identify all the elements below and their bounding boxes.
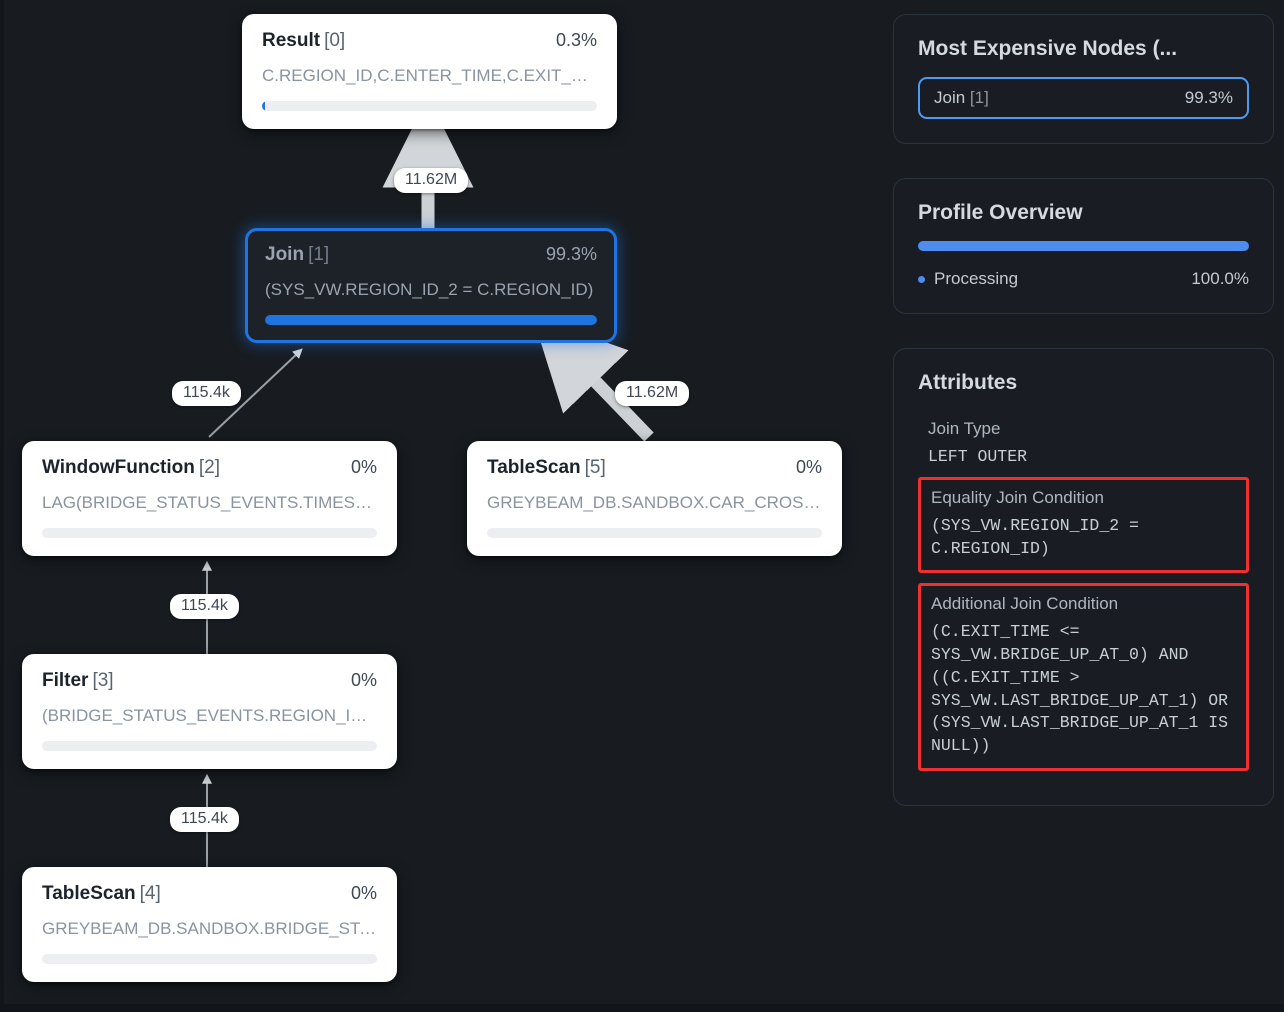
plan-node-header: Result[0] 0.3%	[262, 30, 597, 52]
plan-node-progress-bar	[42, 741, 377, 751]
plan-node-result[interactable]: Result[0] 0.3% C.REGION_ID,C.ENTER_TIME,…	[242, 14, 617, 129]
plan-node-header: TableScan[5] 0%	[487, 457, 822, 479]
plan-node-name: WindowFunction	[42, 457, 195, 478]
attribute-value: (SYS_VW.REGION_ID_2 = C.REGION_ID)	[931, 515, 1236, 561]
plan-node-percent: 0%	[351, 670, 377, 691]
profile-overview-title: Profile Overview	[918, 201, 1249, 225]
attributes-panel: Attributes Join Type LEFT OUTER Equality…	[893, 348, 1274, 806]
plan-node-progress-bar	[487, 528, 822, 538]
plan-node-title: WindowFunction[2]	[42, 457, 220, 479]
plan-node-name: Filter	[42, 670, 88, 691]
plan-node-name: Result	[262, 30, 320, 51]
attribute-equality-join-condition: Equality Join Condition (SYS_VW.REGION_I…	[918, 477, 1249, 574]
plan-node-name: Join	[265, 244, 304, 265]
attribute-value: (C.EXIT_TIME <= SYS_VW.BRIDGE_UP_AT_0) A…	[931, 621, 1236, 758]
profile-overview-legend-label: Processing	[934, 269, 1018, 289]
most-expensive-node-row[interactable]: Join [1] 99.3%	[918, 77, 1249, 119]
plan-node-windowfunction[interactable]: WindowFunction[2] 0% LAG(BRIDGE_STATUS_E…	[22, 441, 397, 556]
edge-label-filter-to-windowfunction: 115.4k	[170, 594, 239, 619]
plan-node-title: TableScan[5]	[487, 457, 606, 479]
plan-node-index: [3]	[92, 670, 113, 691]
attribute-key: Additional Join Condition	[931, 594, 1236, 614]
plan-node-detail: GREYBEAM_DB.SANDBOX.BRIDGE_STA...	[42, 919, 377, 939]
plan-node-detail: GREYBEAM_DB.SANDBOX.CAR_CROSSI...	[487, 493, 822, 513]
plan-node-index: [1]	[308, 244, 329, 265]
attribute-key: Join Type	[928, 419, 1239, 439]
plan-node-progress-bar	[42, 528, 377, 538]
plan-node-detail: LAG(BRIDGE_STATUS_EVENTS.TIMEST...	[42, 493, 377, 513]
profile-overview-panel: Profile Overview Processing 100.0%	[893, 178, 1274, 314]
plan-node-title: Filter[3]	[42, 670, 114, 692]
most-expensive-nodes-title: Most Expensive Nodes (...	[918, 37, 1249, 61]
edge-label-windowfunction-to-join: 115.4k	[172, 381, 241, 406]
plan-node-title: TableScan[4]	[42, 883, 161, 905]
attribute-additional-join-condition: Additional Join Condition (C.EXIT_TIME <…	[918, 583, 1249, 771]
plan-node-name: TableScan	[42, 883, 136, 904]
attributes-title: Attributes	[918, 371, 1249, 395]
plan-node-index: [0]	[324, 30, 345, 51]
plan-node-detail: C.REGION_ID,C.ENTER_TIME,C.EXIT_TI...	[262, 66, 597, 86]
plan-node-filter[interactable]: Filter[3] 0% (BRIDGE_STATUS_EVENTS.REGIO…	[22, 654, 397, 769]
plan-node-header: TableScan[4] 0%	[42, 883, 377, 905]
most-expensive-node-index: [1]	[970, 88, 989, 107]
plan-node-tablescan-5[interactable]: TableScan[5] 0% GREYBEAM_DB.SANDBOX.CAR_…	[467, 441, 842, 556]
attribute-join-type: Join Type LEFT OUTER	[918, 411, 1249, 471]
plan-node-percent: 0%	[351, 457, 377, 478]
plan-node-tablescan-4[interactable]: TableScan[4] 0% GREYBEAM_DB.SANDBOX.BRID…	[22, 867, 397, 982]
plan-node-detail: (BRIDGE_STATUS_EVENTS.REGION_ID I...	[42, 706, 377, 726]
plan-node-index: [5]	[585, 457, 606, 478]
profile-overview-legend-value: 100.0%	[1191, 269, 1249, 289]
most-expensive-node-name: Join	[934, 88, 965, 107]
most-expensive-node-label: Join [1]	[934, 88, 989, 108]
plan-node-percent: 0.3%	[556, 30, 597, 51]
plan-node-header: Filter[3] 0%	[42, 670, 377, 692]
profile-overview-legend-item: Processing 100.0%	[918, 269, 1249, 289]
plan-node-percent: 99.3%	[546, 244, 597, 265]
plan-node-progress-bar	[42, 954, 377, 964]
attribute-key: Equality Join Condition	[931, 488, 1236, 508]
edge-label-join-to-result: 11.62M	[394, 168, 468, 193]
most-expensive-nodes-panel: Most Expensive Nodes (... Join [1] 99.3%	[893, 14, 1274, 144]
legend-dot-icon	[918, 276, 925, 283]
attribute-value: LEFT OUTER	[928, 446, 1239, 469]
plan-node-index: [4]	[140, 883, 161, 904]
plan-node-header: Join[1] 99.3%	[265, 244, 597, 266]
plan-node-join[interactable]: Join[1] 99.3% (SYS_VW.REGION_ID_2 = C.RE…	[245, 228, 617, 343]
profile-overview-bar	[918, 241, 1249, 251]
plan-node-title: Join[1]	[265, 244, 329, 266]
query-profile-app: Result[0] 0.3% C.REGION_ID,C.ENTER_TIME,…	[0, 0, 1284, 1012]
edge-label-tablescan4-to-filter: 115.4k	[170, 807, 239, 832]
plan-node-progress-bar	[262, 101, 597, 111]
plan-node-progress-bar	[265, 315, 597, 325]
details-sidebar: Most Expensive Nodes (... Join [1] 99.3%…	[893, 0, 1284, 1004]
plan-node-header: WindowFunction[2] 0%	[42, 457, 377, 479]
plan-node-name: TableScan	[487, 457, 581, 478]
edge-label-tablescan5-to-join: 11.62M	[615, 381, 689, 406]
plan-node-percent: 0%	[351, 883, 377, 904]
plan-node-title: Result[0]	[262, 30, 345, 52]
plan-node-percent: 0%	[796, 457, 822, 478]
most-expensive-node-percent: 99.3%	[1185, 88, 1233, 108]
plan-node-detail: (SYS_VW.REGION_ID_2 = C.REGION_ID)	[265, 280, 597, 300]
plan-node-index: [2]	[199, 457, 220, 478]
